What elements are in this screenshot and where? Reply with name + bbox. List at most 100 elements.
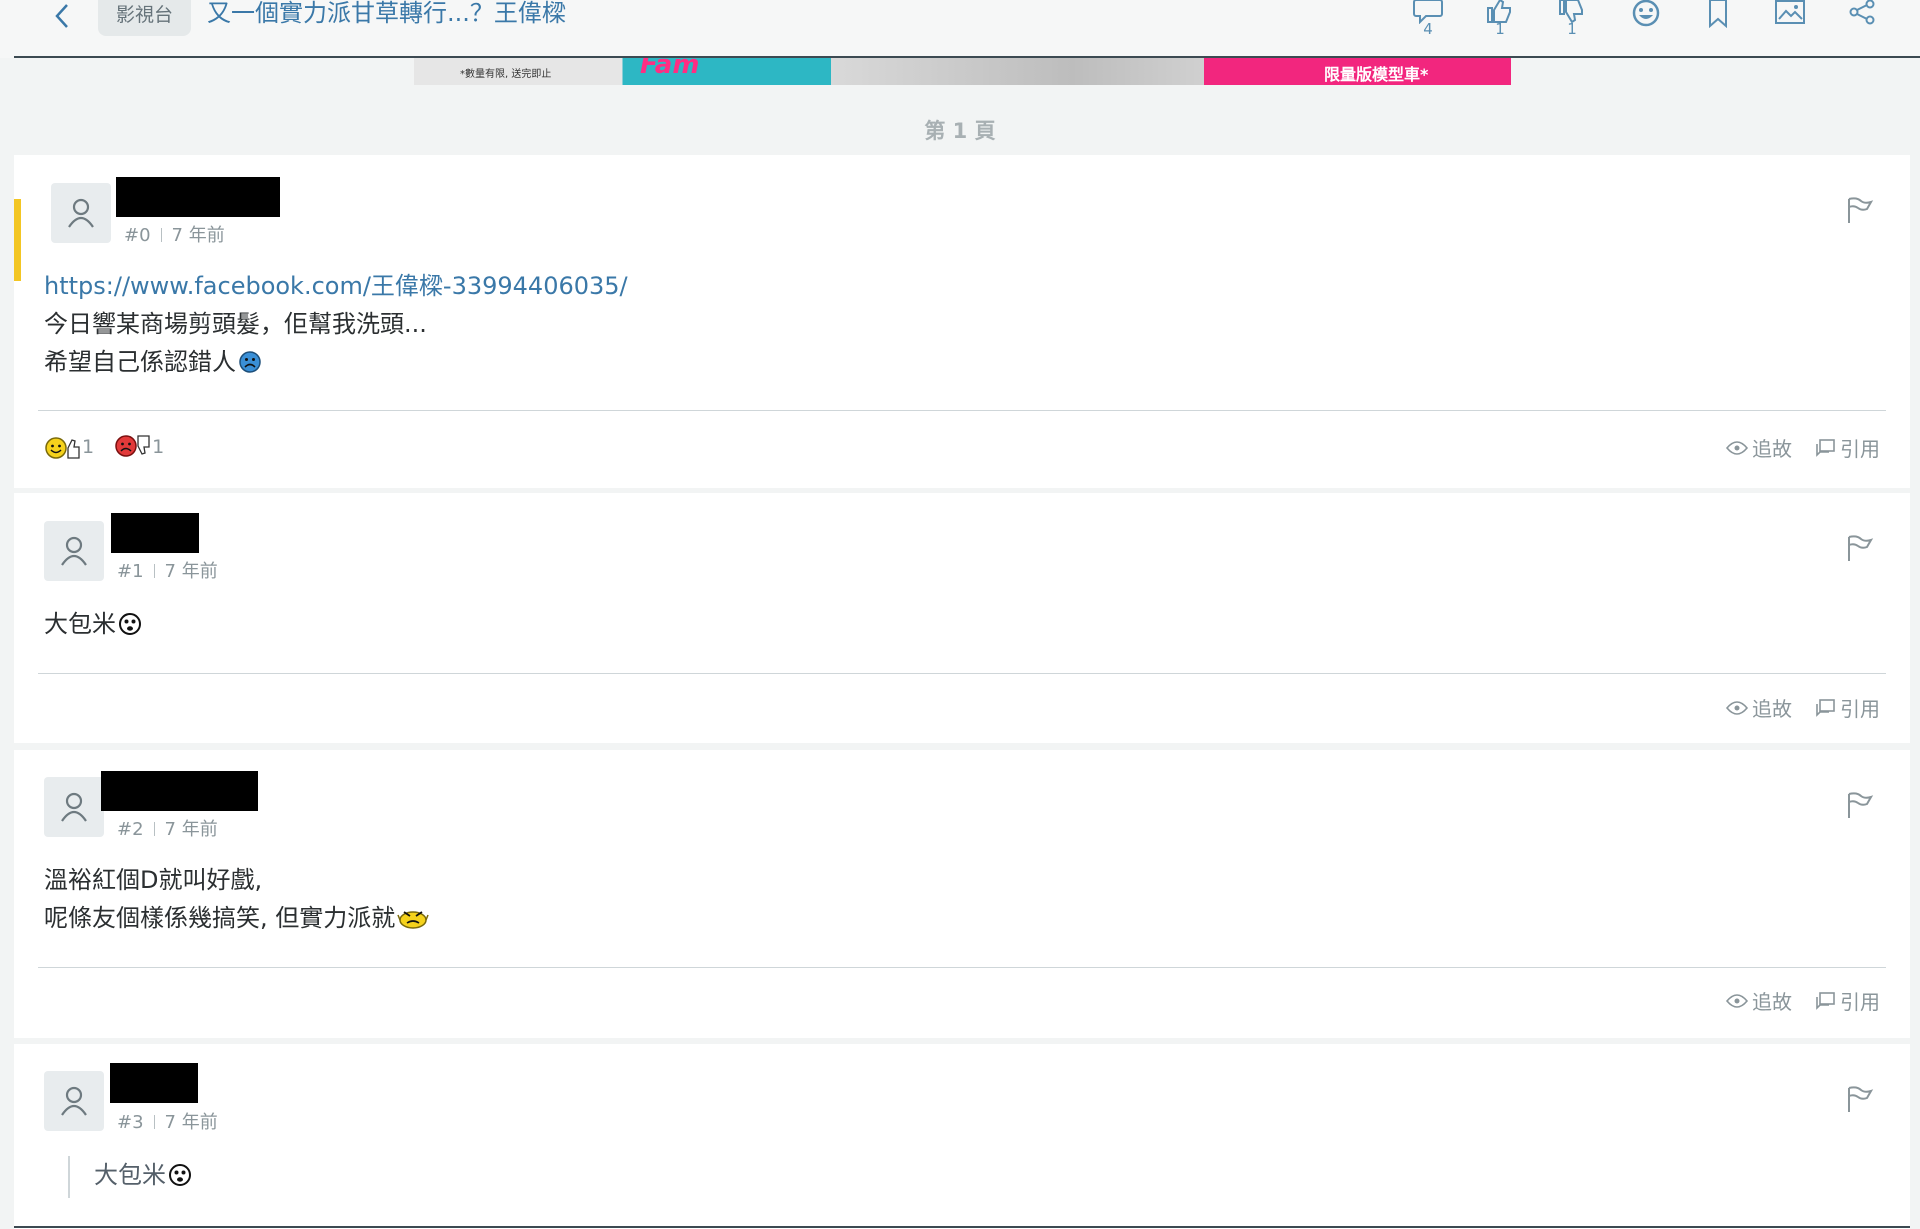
dislike-count: 1 bbox=[1567, 20, 1577, 38]
post-meta: #1 7 年前 bbox=[117, 557, 218, 583]
post-meta: #2 7 年前 bbox=[117, 815, 218, 841]
quoted-post[interactable]: 大包米 bbox=[68, 1156, 192, 1198]
post-time: 7 年前 bbox=[164, 1112, 218, 1133]
post-1: #1 7 年前 大包米 追故 引用 bbox=[14, 493, 1910, 743]
banner-brand: Fam bbox=[640, 58, 700, 80]
bottom-divider bbox=[14, 1226, 1910, 1228]
avatar[interactable] bbox=[51, 183, 111, 243]
post-time: 7 年前 bbox=[164, 819, 218, 840]
post-meta: #3 7 年前 bbox=[117, 1108, 218, 1134]
banner-note: *數量有限, 送完即止 bbox=[460, 69, 552, 80]
post-divider bbox=[38, 410, 1886, 411]
quote-button[interactable]: 引用 bbox=[1814, 693, 1880, 722]
post-actions: 追故 引用 bbox=[1726, 433, 1880, 462]
follow-button[interactable]: 追故 bbox=[1726, 433, 1792, 462]
post-actions: 追故 引用 bbox=[1726, 693, 1880, 722]
username-redacted[interactable] bbox=[110, 1063, 198, 1103]
op-accent-bar bbox=[14, 199, 21, 281]
post-number: #2 bbox=[117, 819, 144, 840]
user-icon bbox=[61, 1086, 87, 1116]
post-3: #3 7 年前 大包米 bbox=[14, 1044, 1910, 1229]
follow-button[interactable]: 追故 bbox=[1726, 693, 1792, 722]
content-line-with-emoji: 呢條友個樣係幾搞笑, 但實力派就 bbox=[44, 899, 429, 937]
emoji-icon bbox=[1632, 0, 1660, 27]
sad-face-icon bbox=[239, 351, 261, 373]
content-line-with-emoji: 希望自己係認錯人 bbox=[44, 343, 628, 381]
quoted-text: 大包米 bbox=[94, 1161, 166, 1189]
chevron-left-icon bbox=[55, 4, 68, 28]
image-icon bbox=[1775, 0, 1805, 24]
like-count: 1 bbox=[82, 436, 95, 458]
user-icon bbox=[68, 198, 94, 228]
post-content: 大包米 bbox=[44, 605, 142, 643]
post-content: 溫裕紅個D就叫好戲, 呢條友個樣係幾搞笑, 但實力派就 bbox=[44, 861, 429, 937]
like-count: 1 bbox=[1495, 20, 1505, 38]
report-button[interactable] bbox=[1844, 790, 1876, 822]
post-time: 7 年前 bbox=[171, 225, 225, 246]
post-meta: #0 7 年前 bbox=[124, 221, 225, 247]
post-actions: 追故 引用 bbox=[1726, 986, 1880, 1015]
eye-icon bbox=[1726, 440, 1748, 455]
post-number: #1 bbox=[117, 561, 144, 582]
quote-button[interactable]: 引用 bbox=[1814, 433, 1880, 462]
post-0: #0 7 年前 https://www.facebook.com/王偉樑-3399… bbox=[14, 155, 1910, 488]
avatar[interactable] bbox=[44, 777, 104, 837]
facebook-link[interactable]: https://www.facebook.com/王偉樑-33994406035… bbox=[44, 267, 628, 305]
dislike-frown-icon bbox=[115, 435, 150, 457]
username-redacted[interactable] bbox=[116, 177, 280, 217]
banner-ad[interactable]: *數量有限, 送完即止 Fam 限量版模型車* bbox=[414, 58, 1511, 85]
comment-button[interactable]: 4 bbox=[1406, 0, 1450, 40]
post-2: #2 7 年前 溫裕紅個D就叫好戲, 呢條友個樣係幾搞笑, 但實力派就 追故 引用 bbox=[14, 750, 1910, 1038]
banner-promo: 限量版模型車* bbox=[1324, 65, 1429, 84]
shocked-face-icon bbox=[169, 1164, 191, 1186]
comment-count: 4 bbox=[1423, 20, 1433, 38]
content-line: 今日響某商場剪頭髮，佢幫我洗頭... bbox=[44, 310, 427, 338]
report-button[interactable] bbox=[1844, 195, 1876, 227]
dislike-count: 1 bbox=[152, 436, 165, 458]
post-time: 7 年前 bbox=[164, 561, 218, 582]
content-line: 溫裕紅個D就叫好戲, bbox=[44, 866, 263, 894]
post-number: #0 bbox=[124, 225, 151, 246]
eye-icon bbox=[1726, 993, 1748, 1008]
bookmark-button[interactable] bbox=[1696, 0, 1740, 40]
follow-button[interactable]: 追故 bbox=[1726, 986, 1792, 1015]
username-redacted[interactable] bbox=[111, 513, 199, 553]
username-redacted[interactable] bbox=[101, 771, 258, 811]
like-smiley-icon bbox=[45, 437, 80, 459]
avatar[interactable] bbox=[44, 521, 104, 581]
post-divider bbox=[38, 673, 1886, 674]
dislike-button[interactable]: 1 bbox=[1550, 0, 1594, 40]
top-bar: 影視台 又一個實力派甘草轉行...？王偉樑 4 1 1 bbox=[0, 0, 1920, 58]
eye-icon bbox=[1726, 700, 1748, 715]
back-button[interactable] bbox=[44, 0, 80, 32]
quote-icon bbox=[1816, 991, 1835, 1010]
share-button[interactable] bbox=[1840, 0, 1884, 40]
quote-icon bbox=[1816, 698, 1835, 717]
avatar[interactable] bbox=[44, 1071, 104, 1131]
content-line-with-emoji: 大包米 bbox=[44, 605, 142, 643]
quote-button[interactable]: 引用 bbox=[1814, 986, 1880, 1015]
flag-icon bbox=[1848, 1086, 1874, 1112]
user-icon bbox=[61, 792, 87, 822]
like-reaction[interactable]: 1 bbox=[44, 432, 94, 462]
report-button[interactable] bbox=[1844, 533, 1876, 565]
shocked-face-icon bbox=[119, 613, 141, 635]
quote-icon bbox=[1816, 438, 1835, 457]
thread-title: 又一個實力派甘草轉行...？王偉樑 bbox=[207, 0, 566, 27]
post-divider bbox=[38, 967, 1886, 968]
share-icon bbox=[1849, 0, 1875, 25]
flag-icon bbox=[1848, 792, 1874, 818]
post-content: https://www.facebook.com/王偉樑-33994406035… bbox=[44, 267, 628, 381]
dislike-reaction[interactable]: 1 bbox=[114, 432, 164, 462]
flag-icon bbox=[1848, 197, 1874, 223]
post-reactions: 1 1 bbox=[44, 432, 164, 462]
like-button[interactable]: 1 bbox=[1478, 0, 1522, 40]
report-button[interactable] bbox=[1844, 1084, 1876, 1116]
board-tag[interactable]: 影視台 bbox=[98, 0, 192, 36]
frustrated-face-icon bbox=[397, 911, 429, 929]
flag-icon bbox=[1848, 535, 1874, 561]
bookmark-icon bbox=[1709, 0, 1727, 28]
image-mode-button[interactable] bbox=[1768, 0, 1812, 40]
user-icon bbox=[61, 536, 87, 566]
emoji-button[interactable] bbox=[1624, 0, 1668, 40]
